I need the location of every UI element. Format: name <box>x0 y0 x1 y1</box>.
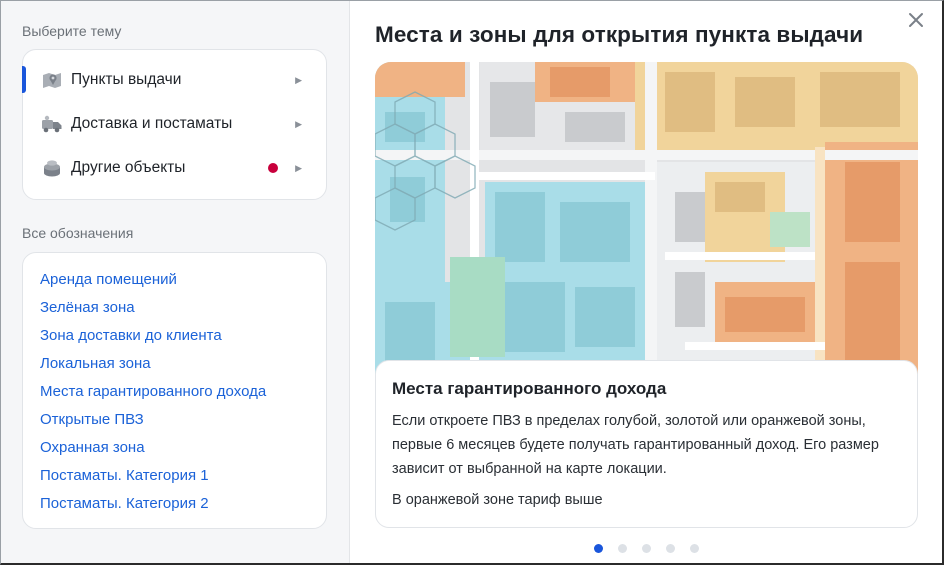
delivery-truck-icon <box>42 115 62 133</box>
card-note: В оранжевой зоне тариф выше <box>392 492 603 508</box>
carousel-dot-2[interactable] <box>618 544 627 553</box>
legend-link-guaranteed-income[interactable]: Места гарантированного дохода <box>40 383 266 400</box>
topic-label: Другие объекты <box>71 159 186 176</box>
legend-link-green-zone[interactable]: Зелёная зона <box>40 299 135 316</box>
carousel-dot-1[interactable] <box>594 544 603 553</box>
stack-icon <box>44 160 60 177</box>
carousel-pagination <box>594 544 699 553</box>
topic-other-objects[interactable]: Другие объекты ▶ <box>23 146 326 190</box>
card-description: Если откроете ПВЗ в пределах голубой, зо… <box>392 413 879 477</box>
legend-heading: Все обозначения <box>22 225 134 241</box>
carousel-dot-5[interactable] <box>690 544 699 553</box>
legend-list: Аренда помещений Зелёная зона Зона доста… <box>22 252 327 529</box>
carousel-dot-3[interactable] <box>642 544 651 553</box>
notification-badge <box>268 163 278 173</box>
chevron-right-icon: ▶ <box>295 74 302 85</box>
map-illustration <box>375 62 918 392</box>
legend-link-protected-zone[interactable]: Охранная зона <box>40 439 145 456</box>
sidebar: Выберите тему Пункты выдачи ▶ Доставка и… <box>1 1 350 563</box>
topic-pickup-points[interactable]: Пункты выдачи ▶ <box>22 58 326 102</box>
topic-label: Пункты выдачи <box>71 71 182 88</box>
chevron-right-icon: ▶ <box>295 118 302 129</box>
legend-link-delivery-zone[interactable]: Зона доставки до клиента <box>40 327 222 344</box>
card-title: Места гарантированного дохода <box>392 379 667 398</box>
legend-link-local-zone[interactable]: Локальная зона <box>40 355 151 372</box>
topics-list: Пункты выдачи ▶ Доставка и постаматы ▶ Д… <box>22 49 327 200</box>
carousel-dot-4[interactable] <box>666 544 675 553</box>
legend-link-open-pvz[interactable]: Открытые ПВЗ <box>40 411 144 428</box>
page-title: Места и зоны для открытия пункта выдачи <box>375 22 864 47</box>
topics-heading: Выберите тему <box>22 23 122 39</box>
zone-info-card: Места гарантированного дохода Если откро… <box>375 360 918 528</box>
close-icon[interactable] <box>906 10 926 30</box>
zones-map-image <box>375 62 918 392</box>
map-pin-icon <box>43 73 61 88</box>
legend-link-rent[interactable]: Аренда помещений <box>40 271 177 288</box>
topic-delivery[interactable]: Доставка и постаматы ▶ <box>23 102 326 146</box>
legend-link-postamat-cat2[interactable]: Постаматы. Категория 2 <box>40 495 209 512</box>
legend-link-postamat-cat1[interactable]: Постаматы. Категория 1 <box>40 467 209 484</box>
chevron-right-icon: ▶ <box>295 162 302 173</box>
topic-label: Доставка и постаматы <box>71 115 233 132</box>
